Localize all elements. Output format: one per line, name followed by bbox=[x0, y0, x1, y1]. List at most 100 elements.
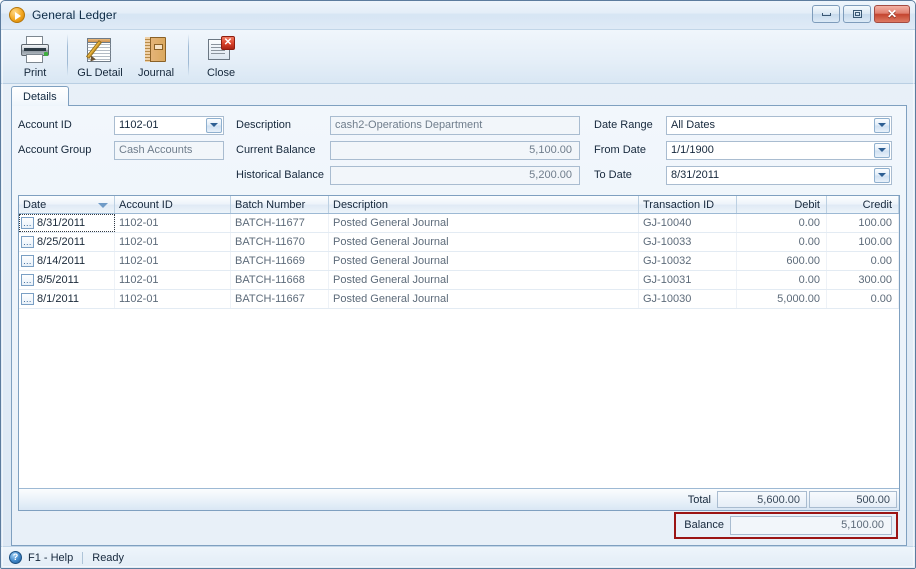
grid-cell-debit: 0.00 bbox=[737, 271, 827, 289]
grid-cell-date-text: 8/25/2011 bbox=[37, 236, 86, 248]
account-form: Account ID 1102-01 Account Group Cash Ac… bbox=[18, 114, 900, 195]
grid-column-header-transaction_id[interactable]: Transaction ID bbox=[639, 196, 737, 213]
minimize-button[interactable] bbox=[812, 5, 840, 23]
grid-cell-account_id: 1102-01 bbox=[115, 271, 231, 289]
grid-cell-description: Posted General Journal bbox=[329, 271, 639, 289]
balance-row: Balance 5,100.00 bbox=[18, 511, 900, 539]
grid-cell-account_id: 1102-01 bbox=[115, 290, 231, 308]
status-message: Ready bbox=[92, 551, 125, 564]
grid-cell-credit: 300.00 bbox=[827, 271, 899, 289]
description-input: cash2-Operations Department bbox=[330, 115, 580, 135]
account-id-label: Account ID bbox=[18, 119, 72, 131]
to-date-value: 8/31/2011 bbox=[671, 168, 720, 181]
table-row[interactable]: … 8/31/2011 1102-01 BATCH-11677 Posted Gener… bbox=[19, 214, 899, 233]
grid-total-row: Total 5,600.00 500.00 bbox=[19, 488, 899, 510]
grid-cell-batch_number: BATCH-11677 bbox=[231, 214, 329, 232]
help-icon[interactable]: ? bbox=[9, 551, 22, 564]
current-balance-input: 5,100.00 bbox=[330, 140, 580, 160]
grid-cell-date-text: 8/5/2011 bbox=[37, 274, 80, 286]
form-column-left: Account ID 1102-01 Account Group Cash Ac… bbox=[18, 114, 224, 189]
from-date-input[interactable]: 1/1/1900 bbox=[666, 140, 892, 160]
row-detail-ellipsis-button[interactable]: … bbox=[21, 274, 34, 286]
grid-column-header-label: Debit bbox=[794, 198, 820, 211]
close-toolbar-button-label: Close bbox=[206, 67, 236, 79]
grid-cell-credit: 0.00 bbox=[827, 252, 899, 270]
date-range-dropdown-button[interactable] bbox=[874, 117, 890, 133]
grid-cell-date: … 8/1/2011 bbox=[19, 290, 115, 308]
row-detail-ellipsis-button[interactable]: … bbox=[21, 236, 34, 248]
grid-column-header-description[interactable]: Description bbox=[329, 196, 639, 213]
window-title: General Ledger bbox=[32, 8, 117, 22]
gl-detail-button-label: GL Detail bbox=[77, 67, 123, 79]
chevron-down-icon bbox=[210, 123, 218, 127]
table-row[interactable]: … 8/14/2011 1102-01 BATCH-11669 Posted Gener… bbox=[19, 252, 899, 271]
grid-column-header-batch_number[interactable]: Batch Number bbox=[231, 196, 329, 213]
tab-details-label: Details bbox=[23, 90, 57, 103]
ledger-grid: Date Account ID Batch Number Description Tra… bbox=[18, 195, 900, 511]
balance-label: Balance bbox=[684, 519, 724, 531]
grid-header-row: Date Account ID Batch Number Description Tra… bbox=[19, 196, 899, 214]
close-toolbar-button[interactable]: ✕ Close bbox=[193, 32, 249, 82]
grid-cell-description: Posted General Journal bbox=[329, 214, 639, 232]
grid-column-header-label: Batch Number bbox=[235, 198, 306, 211]
grid-cell-debit: 600.00 bbox=[737, 252, 827, 270]
account-id-value: 1102-01 bbox=[119, 118, 159, 131]
row-detail-ellipsis-button[interactable]: … bbox=[21, 293, 34, 305]
tab-strip: Details bbox=[1, 84, 915, 106]
description-label: Description bbox=[236, 119, 292, 131]
row-detail-ellipsis-button[interactable]: … bbox=[21, 255, 34, 267]
table-row[interactable]: … 8/5/2011 1102-01 BATCH-11668 Posted Genera… bbox=[19, 271, 899, 290]
from-date-dropdown-button[interactable] bbox=[874, 142, 890, 158]
close-button[interactable]: ✕ bbox=[874, 5, 910, 23]
chevron-down-icon bbox=[878, 173, 886, 177]
status-bar: ? F1 - Help Ready bbox=[1, 546, 915, 568]
account-id-dropdown-button[interactable] bbox=[206, 117, 222, 133]
grid-cell-transaction_id: GJ-10032 bbox=[639, 252, 737, 270]
to-date-dropdown-button[interactable] bbox=[874, 167, 890, 183]
close-icon: ✕ bbox=[886, 7, 898, 21]
grid-column-header-label: Description bbox=[333, 198, 389, 211]
gl-detail-button[interactable]: GL Detail bbox=[72, 32, 128, 82]
restore-button[interactable] bbox=[843, 5, 871, 23]
grid-cell-batch_number: BATCH-11669 bbox=[231, 252, 329, 270]
tab-details[interactable]: Details bbox=[11, 86, 69, 106]
printer-icon bbox=[20, 36, 50, 64]
date-range-row: Date Range All Dates bbox=[594, 114, 892, 136]
row-detail-ellipsis-button[interactable]: … bbox=[21, 217, 34, 229]
play-circle-icon bbox=[9, 7, 25, 23]
balance-highlight-box: Balance 5,100.00 bbox=[674, 511, 898, 539]
from-date-label: From Date bbox=[594, 144, 646, 156]
minimize-icon bbox=[821, 12, 831, 16]
grid-column-header-account_id[interactable]: Account ID bbox=[115, 196, 231, 213]
grid-cell-date: … 8/31/2011 bbox=[19, 214, 115, 232]
historical-balance-row: Historical Balance 5,200.00 bbox=[236, 164, 580, 186]
table-row[interactable]: … 8/25/2011 1102-01 BATCH-11670 Posted Gener… bbox=[19, 233, 899, 252]
grid-cell-date: … 8/14/2011 bbox=[19, 252, 115, 270]
total-credit-value: 500.00 bbox=[809, 491, 897, 508]
to-date-input[interactable]: 8/31/2011 bbox=[666, 165, 892, 185]
print-button[interactable]: Print bbox=[7, 32, 63, 82]
current-balance-value: 5,100.00 bbox=[529, 143, 572, 156]
book-icon bbox=[141, 36, 171, 64]
account-id-input[interactable]: 1102-01 bbox=[114, 115, 224, 135]
date-range-input[interactable]: All Dates bbox=[666, 115, 892, 135]
window-controls: ✕ bbox=[812, 5, 910, 23]
grid-cell-batch_number: BATCH-11670 bbox=[231, 233, 329, 251]
grid-column-header-debit[interactable]: Debit bbox=[737, 196, 827, 213]
grid-cell-credit: 0.00 bbox=[827, 290, 899, 308]
grid-column-header-label: Account ID bbox=[119, 198, 173, 211]
tab-strip-baseline bbox=[11, 105, 907, 106]
chevron-down-icon bbox=[878, 148, 886, 152]
grid-column-header-date[interactable]: Date bbox=[19, 196, 115, 213]
table-row[interactable]: … 8/1/2011 1102-01 BATCH-11667 Posted Genera… bbox=[19, 290, 899, 309]
print-button-label: Print bbox=[23, 67, 47, 79]
grid-column-header-credit[interactable]: Credit bbox=[827, 196, 899, 213]
grid-cell-transaction_id: GJ-10031 bbox=[639, 271, 737, 289]
grid-cell-transaction_id: GJ-10030 bbox=[639, 290, 737, 308]
journal-button[interactable]: Journal bbox=[128, 32, 184, 82]
restore-icon bbox=[852, 10, 862, 18]
account-group-label: Account Group bbox=[18, 144, 92, 156]
historical-balance-label: Historical Balance bbox=[236, 169, 325, 181]
grid-cell-credit: 100.00 bbox=[827, 233, 899, 251]
close-badge-icon: ✕ bbox=[221, 36, 235, 50]
